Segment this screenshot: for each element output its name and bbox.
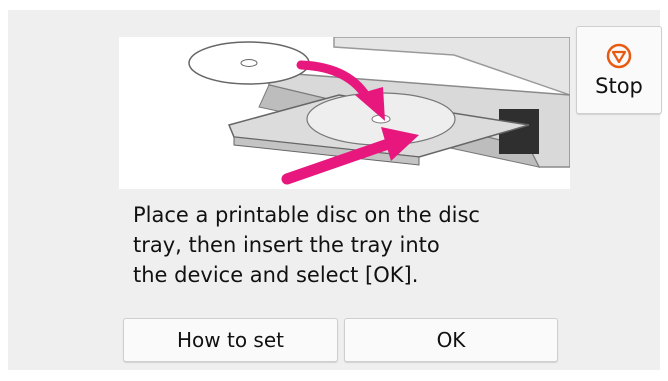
instruction-text: Place a printable disc on the disc tray,…	[133, 203, 480, 287]
disc-tray-image	[188, 36, 571, 185]
stop-icon	[606, 43, 632, 69]
stop-button[interactable]: Stop	[576, 26, 662, 114]
ok-button[interactable]: OK	[344, 318, 558, 362]
stop-label: Stop	[595, 74, 643, 98]
disc-tray-illustration	[119, 36, 571, 189]
how-to-set-button[interactable]: How to set	[123, 318, 338, 362]
